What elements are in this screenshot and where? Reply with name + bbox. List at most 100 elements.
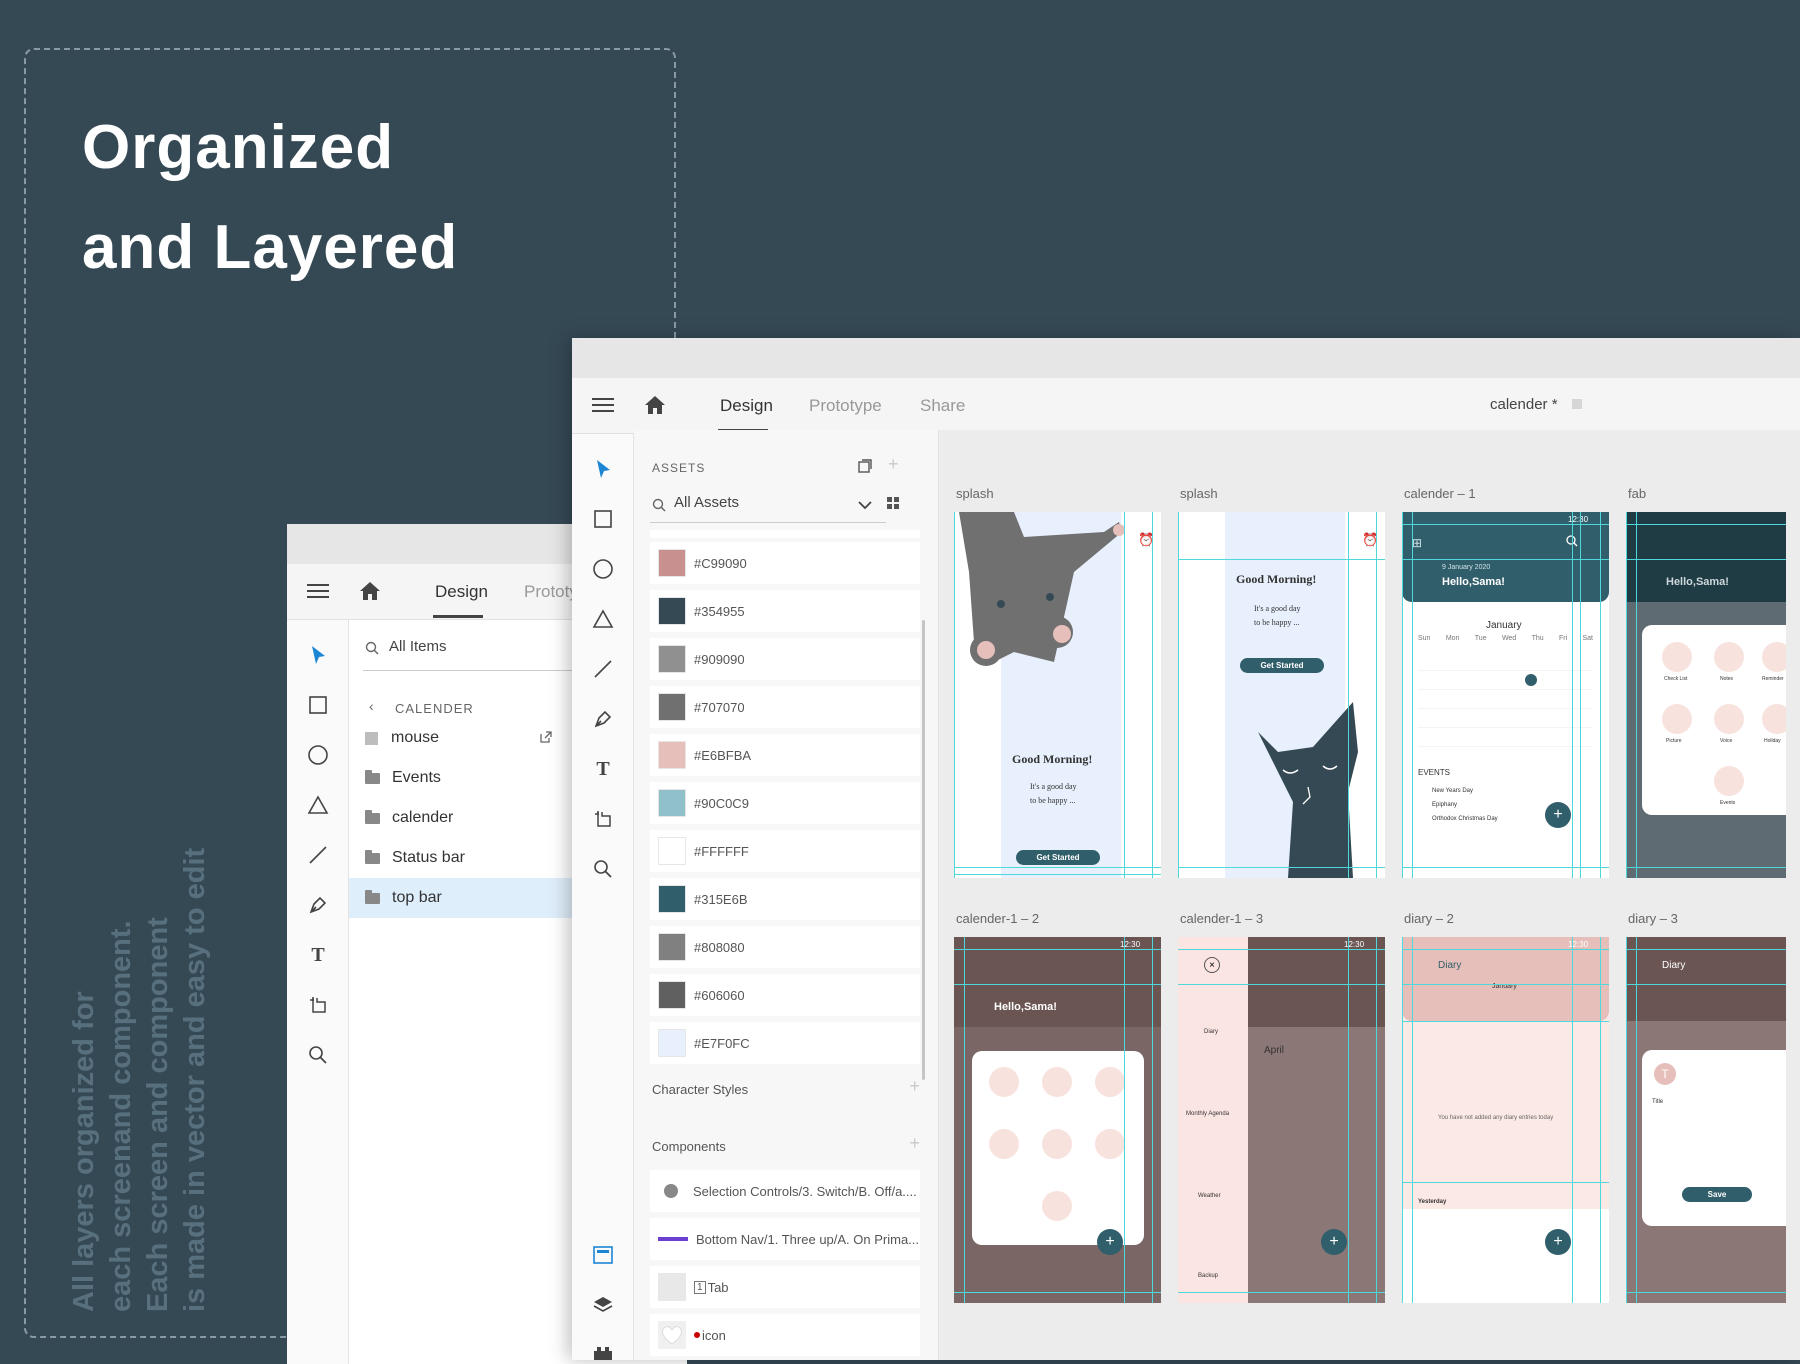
rectangle-tool-icon[interactable] bbox=[305, 692, 331, 718]
artboard-label[interactable]: fab bbox=[1628, 486, 1646, 501]
external-link-icon[interactable] bbox=[539, 730, 553, 749]
text-tool-icon[interactable]: T bbox=[590, 756, 616, 782]
pen-tool-icon[interactable] bbox=[305, 892, 331, 918]
artboard-label[interactable]: splash bbox=[1180, 486, 1218, 501]
drawer-item[interactable]: Monthly Agenda bbox=[1186, 1111, 1229, 1117]
ellipse-tool-icon[interactable] bbox=[305, 742, 331, 768]
fab-add-button[interactable]: + bbox=[1097, 1229, 1123, 1255]
artboard-fab[interactable]: Hello,Sama! Check List Notes Reminder Pi… bbox=[1626, 512, 1786, 878]
artboard-label[interactable]: diary – 2 bbox=[1404, 911, 1454, 926]
artboard-label[interactable]: calender-1 – 3 bbox=[1180, 911, 1263, 926]
character-styles-label[interactable]: Character Styles bbox=[652, 1082, 748, 1097]
line-tool-icon[interactable] bbox=[590, 656, 616, 682]
artboard-calender-1-3[interactable]: 12:30 April × Diary Monthly Agenda Weath… bbox=[1178, 937, 1385, 1303]
color-swatch-row[interactable]: #909090 bbox=[650, 638, 920, 680]
fab-add-button[interactable]: + bbox=[1321, 1229, 1347, 1255]
reminder-icon[interactable] bbox=[1762, 642, 1786, 672]
artboard-calender-1[interactable]: 12:30 ⊞ 9 January 2020 Hello,Sama! Janua… bbox=[1402, 512, 1609, 878]
menu-icon[interactable] bbox=[305, 578, 331, 604]
menu-icon[interactable] bbox=[590, 392, 616, 418]
color-swatch-row[interactable]: #315E6B bbox=[650, 878, 920, 920]
open-library-icon[interactable] bbox=[858, 459, 872, 478]
zoom-tool-icon[interactable] bbox=[590, 856, 616, 882]
chevron-down-icon[interactable] bbox=[858, 497, 872, 515]
holiday-icon[interactable] bbox=[1095, 1129, 1125, 1159]
select-tool-icon[interactable] bbox=[590, 456, 616, 482]
holiday-icon[interactable] bbox=[1762, 704, 1786, 734]
artboard-label[interactable]: calender-1 – 2 bbox=[956, 911, 1039, 926]
artboard-splash-2[interactable]: ⏰ Good Morning! It's a good day to be ha… bbox=[1178, 512, 1385, 878]
color-swatch-row[interactable]: #354955 bbox=[650, 590, 920, 632]
artboard-tool-icon[interactable] bbox=[305, 992, 331, 1018]
fab-add-button[interactable]: + bbox=[1545, 1229, 1571, 1255]
home-icon[interactable] bbox=[642, 392, 668, 418]
color-swatch-row[interactable]: #E6BFBA bbox=[650, 734, 920, 776]
grid-view-icon[interactable] bbox=[886, 496, 900, 515]
artboard-diary-3[interactable]: Diary T Title Save bbox=[1626, 937, 1786, 1303]
get-started-button[interactable]: Get Started bbox=[1240, 658, 1324, 673]
artboard-splash-1[interactable]: ⏰ Good Morning! It's a good day to be ha… bbox=[954, 512, 1161, 878]
color-swatch-row[interactable]: #606060 bbox=[650, 974, 920, 1016]
ellipse-tool-icon[interactable] bbox=[590, 556, 616, 582]
picture-icon[interactable] bbox=[1662, 704, 1692, 734]
picture-icon[interactable] bbox=[989, 1129, 1019, 1159]
close-icon[interactable]: × bbox=[1204, 957, 1220, 973]
events-icon[interactable] bbox=[1714, 766, 1744, 796]
design-canvas[interactable]: splash splash calender – 1 fab ⏰ Good Mo… bbox=[939, 430, 1800, 1360]
polygon-tool-icon[interactable] bbox=[305, 792, 331, 818]
rectangle-tool-icon[interactable] bbox=[590, 506, 616, 532]
add-asset-icon[interactable]: + bbox=[888, 454, 899, 475]
color-swatch-row[interactable]: #707070 bbox=[650, 686, 920, 728]
polygon-tool-icon[interactable] bbox=[590, 606, 616, 632]
color-swatch-row[interactable]: #C99090 bbox=[650, 542, 920, 584]
save-button[interactable]: Save bbox=[1682, 1187, 1752, 1202]
events-icon[interactable] bbox=[1042, 1191, 1072, 1221]
artboard-label[interactable]: splash bbox=[956, 486, 994, 501]
artboard-label[interactable]: diary – 3 bbox=[1628, 911, 1678, 926]
component-item[interactable]: Bottom Nav/1. Three up/A. On Prima... bbox=[650, 1218, 920, 1260]
tab-share[interactable]: Share bbox=[920, 396, 965, 416]
color-swatch-row[interactable]: #90C0C9 bbox=[650, 782, 920, 824]
add-character-style-icon[interactable]: + bbox=[909, 1076, 920, 1097]
add-component-icon[interactable]: + bbox=[909, 1133, 920, 1154]
component-item[interactable]: Selection Controls/3. Switch/B. Off/a...… bbox=[650, 1170, 920, 1212]
drawer-item[interactable]: Weather bbox=[1198, 1193, 1221, 1199]
back-chevron-icon[interactable]: ‹ bbox=[369, 698, 374, 714]
pen-tool-icon[interactable] bbox=[590, 706, 616, 732]
checklist-icon[interactable] bbox=[989, 1067, 1019, 1097]
notes-icon[interactable] bbox=[1714, 642, 1744, 672]
components-label[interactable]: Components bbox=[652, 1139, 726, 1154]
text-tool-icon[interactable]: T bbox=[305, 942, 331, 968]
get-started-button[interactable]: Get Started bbox=[1016, 850, 1100, 865]
voice-icon[interactable] bbox=[1714, 704, 1744, 734]
layers-search-input[interactable]: All Items bbox=[389, 638, 447, 655]
tab-design[interactable]: Design bbox=[720, 396, 773, 416]
grid-menu-icon[interactable]: ⊞ bbox=[1412, 536, 1422, 550]
assets-panel-icon[interactable] bbox=[590, 1242, 616, 1268]
plugins-panel-icon[interactable] bbox=[590, 1342, 616, 1360]
drawer-item[interactable]: Diary bbox=[1204, 1029, 1218, 1035]
color-swatch-row[interactable]: #808080 bbox=[650, 926, 920, 968]
assets-filter-dropdown[interactable]: All Assets bbox=[674, 494, 739, 511]
line-tool-icon[interactable] bbox=[305, 842, 331, 868]
select-tool-icon[interactable] bbox=[305, 642, 331, 668]
text-format-icon[interactable]: T bbox=[1654, 1063, 1676, 1085]
component-item[interactable]: icon bbox=[650, 1314, 920, 1356]
home-icon[interactable] bbox=[357, 578, 383, 604]
checklist-icon[interactable] bbox=[1662, 642, 1692, 672]
voice-icon[interactable] bbox=[1042, 1129, 1072, 1159]
fab-add-button[interactable]: + bbox=[1545, 802, 1571, 828]
reminder-icon[interactable] bbox=[1095, 1067, 1125, 1097]
artboard-calender-1-2[interactable]: 12:30 Hello,Sama! + bbox=[954, 937, 1161, 1303]
calendar-grid[interactable] bbox=[1418, 652, 1593, 752]
notes-icon[interactable] bbox=[1042, 1067, 1072, 1097]
tab-design[interactable]: Design bbox=[435, 582, 488, 602]
title-field[interactable]: Title bbox=[1652, 1099, 1663, 1105]
artboard-label[interactable]: calender – 1 bbox=[1404, 486, 1476, 501]
artboard-diary-2[interactable]: 12:30 Diary January You have not added a… bbox=[1402, 937, 1609, 1303]
artboard-tool-icon[interactable] bbox=[590, 806, 616, 832]
assets-scrollbar[interactable] bbox=[922, 620, 925, 1080]
color-swatch-row[interactable]: #FFFFFF bbox=[650, 830, 920, 872]
zoom-tool-icon[interactable] bbox=[305, 1042, 331, 1068]
drawer-item[interactable]: Backup bbox=[1198, 1273, 1218, 1279]
